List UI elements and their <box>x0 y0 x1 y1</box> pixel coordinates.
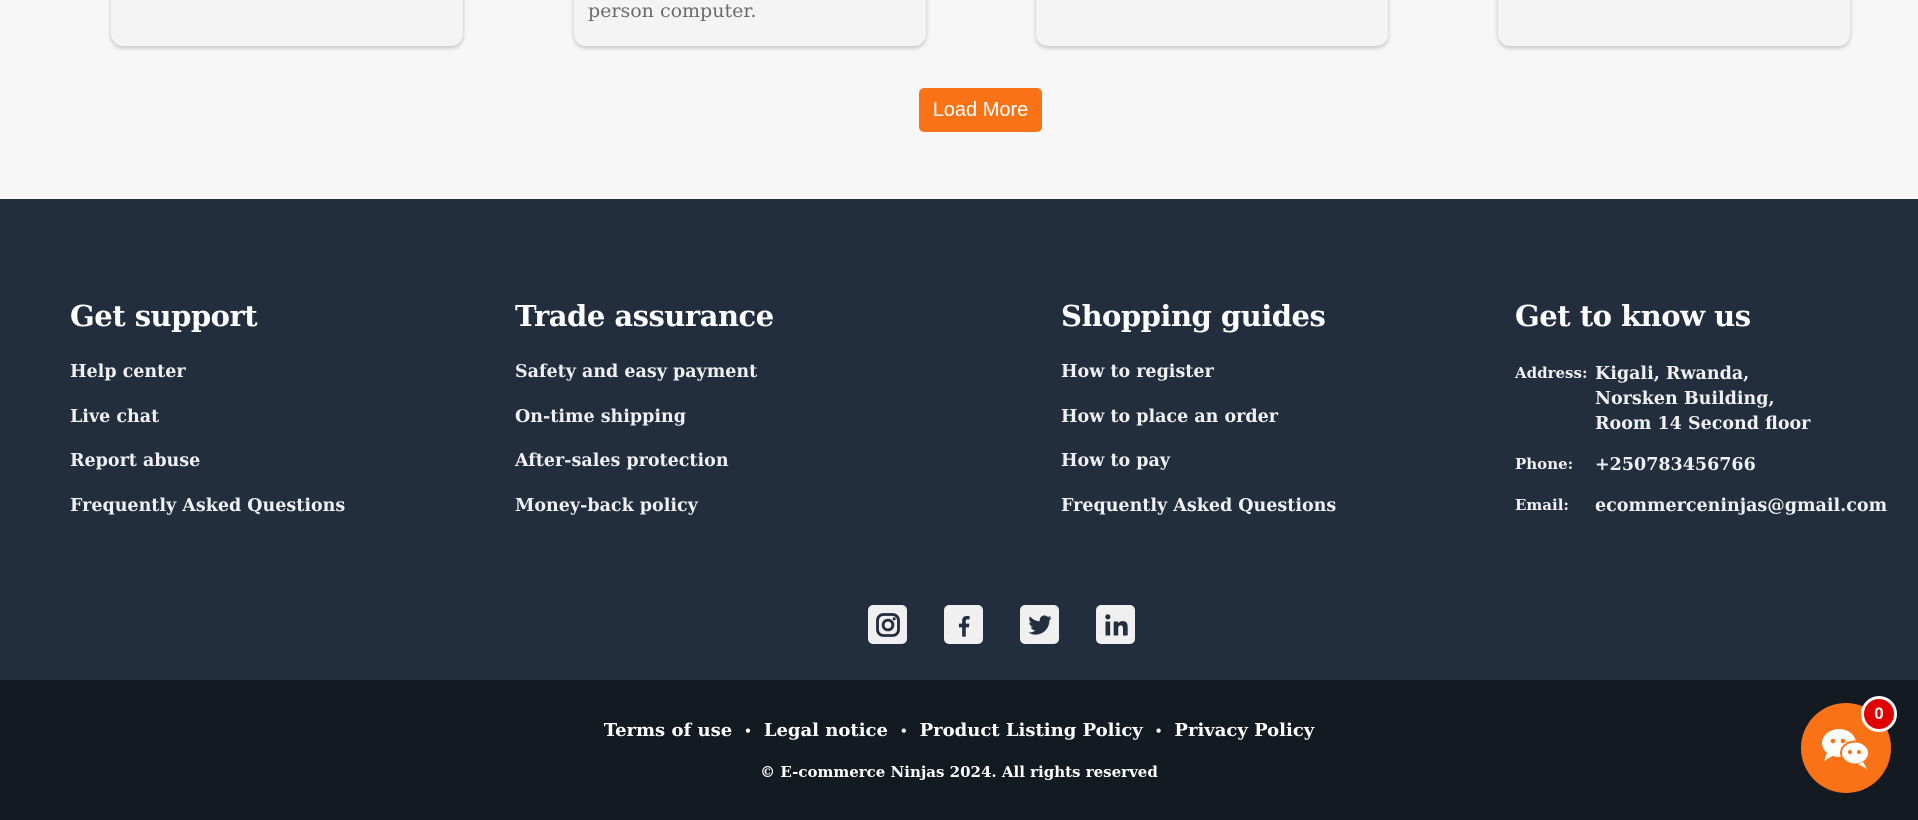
contact-phone: Phone: +250783456766 <box>1515 453 1887 478</box>
separator-dot: • <box>744 723 752 738</box>
social-links <box>868 605 1135 644</box>
address-line: Kigali, Rwanda, <box>1595 364 1750 384</box>
chat-bubbles-icon <box>1822 729 1870 769</box>
legal-links: Terms of use • Legal notice • Product Li… <box>0 720 1918 741</box>
copyright-text: © E-commerce Ninjas 2024. All rights res… <box>760 763 1158 781</box>
footer-column-contact: Get to know us Address: Kigali, Rwanda, … <box>1515 299 1887 535</box>
linkedin-icon[interactable] <box>1096 605 1135 644</box>
footer-link-report-abuse[interactable]: Report abuse <box>70 451 345 496</box>
product-grid-area: person computer. Load More <box>0 0 1918 199</box>
product-card[interactable] <box>1498 0 1850 46</box>
footer-link-on-time-shipping[interactable]: On-time shipping <box>515 407 774 452</box>
footer-heading: Shopping guides <box>1061 299 1326 333</box>
footer-link-how-to-register[interactable]: How to register <box>1061 362 1336 407</box>
load-more-button[interactable]: Load More <box>919 88 1042 132</box>
separator-dot: • <box>1154 723 1163 738</box>
footer-link-live-chat[interactable]: Live chat <box>70 407 345 452</box>
product-card[interactable]: person computer. <box>574 0 926 46</box>
separator-dot: • <box>899 723 908 738</box>
footer-link-how-to-pay[interactable]: How to pay <box>1061 451 1336 496</box>
footer-link-how-to-order[interactable]: How to place an order <box>1061 407 1336 452</box>
email-value[interactable]: ecommerceninjas@gmail.com <box>1595 494 1887 519</box>
footer-column-trade-assurance: Trade assurance Safety and easy payment … <box>515 299 774 540</box>
product-listing-policy-link[interactable]: Product Listing Policy <box>920 720 1143 741</box>
facebook-icon[interactable] <box>944 605 983 644</box>
footer-link-money-back[interactable]: Money-back policy <box>515 496 774 541</box>
footer-heading: Trade assurance <box>515 299 774 333</box>
product-card[interactable] <box>111 0 463 46</box>
contact-email: Email: ecommerceninjas@gmail.com <box>1515 494 1887 519</box>
footer-link-faq[interactable]: Frequently Asked Questions <box>1061 496 1336 541</box>
footer-link-after-sales[interactable]: After-sales protection <box>515 451 774 496</box>
footer-column-shopping-guides: Shopping guides How to register How to p… <box>1061 299 1336 540</box>
instagram-icon[interactable] <box>868 605 907 644</box>
site-footer: Get support Help center Live chat Report… <box>0 199 1918 680</box>
chat-notification-badge: 0 <box>1861 696 1897 732</box>
footer-link-help-center[interactable]: Help center <box>70 362 345 407</box>
phone-label: Phone: <box>1515 455 1574 473</box>
footer-link-faq[interactable]: Frequently Asked Questions <box>70 496 345 541</box>
terms-of-use-link[interactable]: Terms of use <box>604 720 732 741</box>
address-label: Address: <box>1515 364 1588 382</box>
legal-notice-link[interactable]: Legal notice <box>764 720 888 741</box>
privacy-policy-link[interactable]: Privacy Policy <box>1174 720 1314 741</box>
footer-heading: Get support <box>70 299 258 333</box>
footer-bottom-bar: Terms of use • Legal notice • Product Li… <box>0 680 1918 820</box>
contact-address: Address: Kigali, Rwanda, Norsken Buildin… <box>1515 362 1887 437</box>
twitter-icon[interactable] <box>1020 605 1059 644</box>
footer-link-safe-payment[interactable]: Safety and easy payment <box>515 362 774 407</box>
footer-column-get-support: Get support Help center Live chat Report… <box>70 299 345 540</box>
footer-heading: Get to know us <box>1515 299 1751 333</box>
address-line: Norsken Building, <box>1595 389 1775 409</box>
product-card-text: person computer. <box>588 0 757 22</box>
email-label: Email: <box>1515 496 1569 514</box>
address-line: Room 14 Second floor <box>1595 414 1811 434</box>
product-card[interactable] <box>1036 0 1388 46</box>
phone-value[interactable]: +250783456766 <box>1595 453 1756 478</box>
address-value: Kigali, Rwanda, Norsken Building, Room 1… <box>1595 362 1810 437</box>
